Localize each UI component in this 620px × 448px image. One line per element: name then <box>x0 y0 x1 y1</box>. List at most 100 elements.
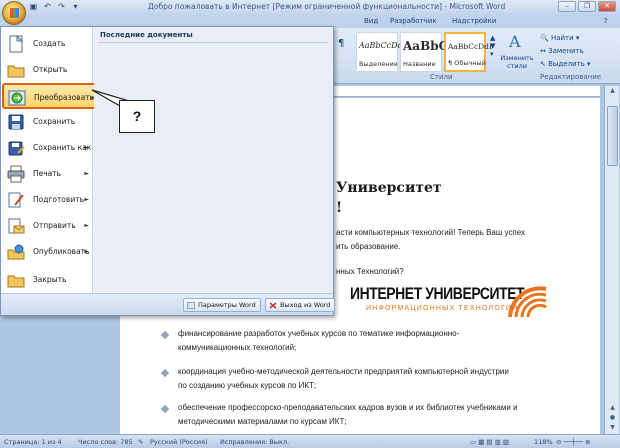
new-document-icon <box>9 35 24 53</box>
menu-item-label: Отправить <box>33 221 76 230</box>
replace-label: Заменить <box>548 47 584 55</box>
arrow-right-icon: ► <box>84 144 89 151</box>
publish-icon <box>7 244 25 260</box>
qat-dropdown-icon[interactable]: ▾ <box>70 1 81 12</box>
tab-view[interactable]: Вид <box>364 17 378 25</box>
logo-subtitle: ИНФОРМАЦИОННЫХ ТЕХНОЛОГИЙ <box>366 305 519 312</box>
save-icon <box>8 114 24 130</box>
menu-item-label: Подготовить <box>33 195 84 204</box>
word-options-label: Параметры Word <box>198 301 256 309</box>
menu-item-send[interactable]: Отправить ► <box>3 213 91 239</box>
doc-bullet-line: обеспечение профессорско-преподавательск… <box>178 403 518 412</box>
style-name: ¶ Обычный <box>448 59 486 67</box>
close-button[interactable]: ✕ <box>598 1 616 12</box>
send-icon <box>8 218 25 234</box>
status-track-changes[interactable]: Исправления: Выкл. <box>220 438 289 446</box>
status-word-count[interactable]: Число слов: 785 <box>78 438 133 446</box>
exit-icon <box>269 302 277 309</box>
replace-button[interactable]: ↔ Заменить <box>540 47 584 55</box>
style-normal[interactable]: AaBbCcDdI ¶ Обычный <box>444 32 492 72</box>
recent-documents-header: Последние документы <box>100 31 193 39</box>
view-buttons[interactable]: ▭ ▦ ▤ ▥ ▧ <box>470 438 509 446</box>
doc-bullet-line: методическими материалами по курсам ИКТ; <box>178 417 347 426</box>
select-label: Выделить <box>548 60 585 68</box>
menu-item-new[interactable]: Создать <box>3 31 91 57</box>
vertical-scrollbar[interactable]: ▲ ▲ ● ▼ <box>604 86 619 434</box>
paragraph-mark-icon[interactable]: ¶ <box>338 38 344 49</box>
doc-heading-line1: Университет <box>336 180 442 196</box>
find-label: Найти <box>550 34 574 42</box>
menu-item-save[interactable]: Сохранить <box>3 109 91 135</box>
minimize-button[interactable]: – <box>558 1 576 12</box>
change-styles-button[interactable]: A Изменить стили <box>500 32 534 74</box>
office-button[interactable] <box>2 1 26 25</box>
menu-footer: Параметры Word Выход из Word <box>1 293 336 315</box>
change-styles-icon: A <box>509 32 521 51</box>
exit-word-label: Выход из Word <box>280 301 331 309</box>
menu-item-save-as[interactable]: Сохранить как ► <box>3 135 91 161</box>
menu-item-close[interactable]: Закрыть <box>3 267 91 293</box>
menu-item-print[interactable]: Печать ► <box>3 161 91 187</box>
menu-item-label: Сохранить <box>33 117 76 126</box>
style-title[interactable]: AaBbC Название <box>400 32 448 72</box>
menu-item-prepare[interactable]: Подготовить ► <box>3 187 91 213</box>
options-icon <box>187 302 195 309</box>
menu-item-label: Создать <box>33 39 66 48</box>
status-bar: Страница: 1 из 4 Число слов: 785 ✎ Русск… <box>0 434 620 448</box>
horizontal-ruler[interactable] <box>334 86 600 97</box>
doc-heading-line2: ! <box>336 200 343 216</box>
maximize-button[interactable]: ❐ <box>578 1 596 12</box>
style-emphasis[interactable]: AaBbCcDc Выделение <box>356 32 402 72</box>
save-as-icon <box>8 141 25 156</box>
status-zoom[interactable]: 118% <box>534 438 553 446</box>
doc-paragraph-line: нных Технологий? <box>336 267 404 276</box>
save-icon[interactable]: ▣ <box>28 1 39 12</box>
menu-item-publish[interactable]: Опубликовать ► <box>3 239 91 265</box>
style-name: Выделение <box>359 60 398 68</box>
doc-bullet-line: координация учебно-методической деятельн… <box>178 367 509 376</box>
doc-paragraph-line: ить образование. <box>336 242 401 251</box>
logo-title: ИНТЕРНЕТ УНИВЕРСИТЕТ <box>350 284 525 303</box>
doc-bullet-line: коммуникационных технологий; <box>178 343 297 352</box>
style-sample: AaBbC <box>403 39 449 53</box>
find-button[interactable]: 🔍 Найти ▾ <box>540 34 579 42</box>
zoom-slider[interactable]: ⊖ ──┼── ⊕ <box>556 438 591 446</box>
menu-item-convert[interactable]: Преобразовать ► <box>2 83 104 109</box>
menu-item-label: Открыть <box>33 65 68 74</box>
divider <box>98 42 328 43</box>
styles-scroll-icon[interactable]: ▲ ▼ ▾ <box>490 34 495 58</box>
help-icon[interactable]: ? <box>604 17 608 25</box>
open-folder-icon <box>7 65 25 78</box>
status-language[interactable]: Русский (Россия) <box>150 438 208 446</box>
office-menu: Создать Открыть Преобразовать ► Сохранит… <box>0 26 336 316</box>
status-page[interactable]: Страница: 1 из 4 <box>4 438 62 446</box>
style-name: Название <box>403 60 436 68</box>
scroll-next-page-icon[interactable]: ▼ <box>607 424 618 434</box>
convert-icon <box>8 90 26 106</box>
scroll-browse-icon[interactable]: ● <box>607 414 618 424</box>
title-bar: ▣ ↶ ↷ ▾ Добро пожаловать в Интернет [Реж… <box>0 0 620 14</box>
word-options-button[interactable]: Параметры Word <box>183 298 261 312</box>
change-styles-label: Изменить стили <box>500 54 534 70</box>
question-callout: ? <box>119 100 155 133</box>
quick-access-toolbar: ▣ ↶ ↷ ▾ <box>28 1 81 12</box>
arrow-right-icon: ► <box>84 222 89 229</box>
scroll-prev-page-icon[interactable]: ▲ <box>607 404 618 414</box>
exit-word-button[interactable]: Выход из Word <box>265 298 336 312</box>
menu-item-open[interactable]: Открыть <box>3 57 91 83</box>
tab-addins[interactable]: Надстройки <box>452 17 496 25</box>
arrow-right-icon: ► <box>84 196 89 203</box>
select-button[interactable]: ↖ Выделить ▾ <box>540 60 591 68</box>
prepare-icon <box>8 192 24 208</box>
doc-bullet-line: по созданию учебных курсов по ИКТ; <box>178 381 317 390</box>
menu-item-label: Сохранить как <box>33 143 92 152</box>
scroll-up-icon[interactable]: ▲ <box>607 87 618 97</box>
window-title: Добро пожаловать в Интернет [Режим огран… <box>148 2 506 11</box>
scrollbar-thumb[interactable] <box>607 106 618 166</box>
tab-developer[interactable]: Разработчик <box>390 17 437 25</box>
undo-icon[interactable]: ↶ <box>42 1 53 12</box>
group-label-editing: Редактирование <box>540 73 602 81</box>
arrow-right-icon: ► <box>84 170 89 177</box>
spellcheck-icon[interactable]: ✎ <box>138 438 143 446</box>
redo-icon[interactable]: ↷ <box>56 1 67 12</box>
